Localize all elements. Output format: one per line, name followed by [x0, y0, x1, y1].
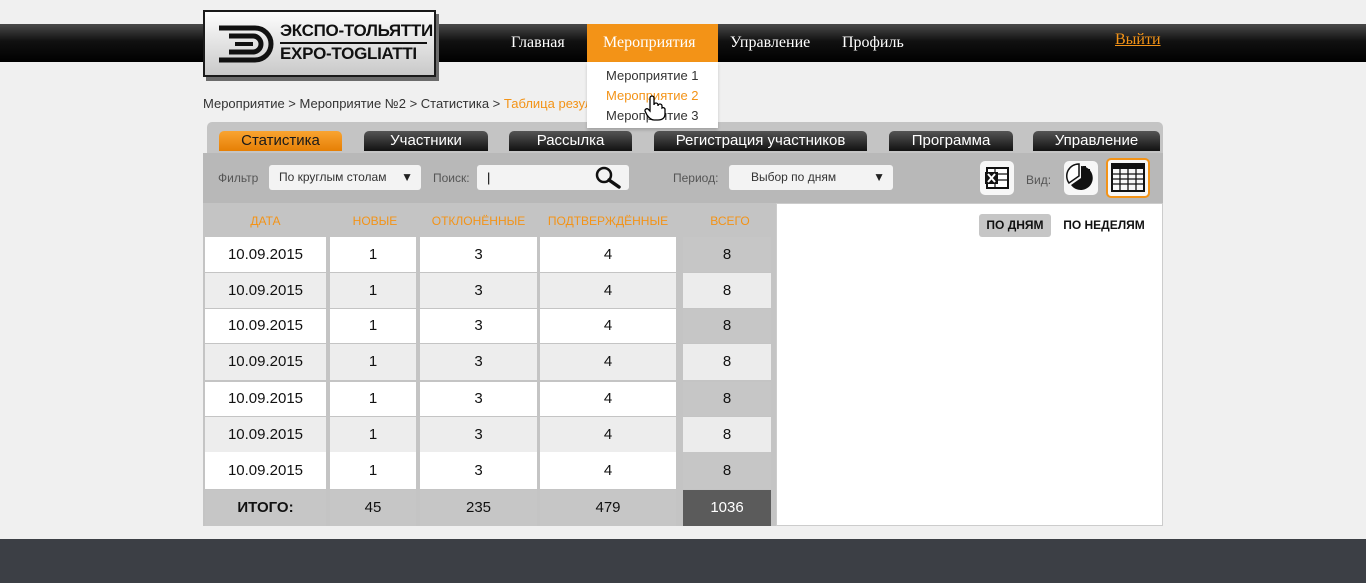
- table-row-cell-new: 1: [330, 452, 416, 489]
- table-view-icon: [1111, 163, 1145, 192]
- chart-area: [776, 203, 1163, 526]
- table-row-cell-rejected: 3: [420, 452, 537, 489]
- table-row-cell-new: 1: [330, 309, 416, 343]
- table-row-cell-date: 10.09.2015: [205, 309, 326, 343]
- table-row-cell-new: 1: [330, 237, 416, 272]
- table-row-cell-new: 1: [330, 382, 416, 416]
- table-row-cell-new: 1: [330, 273, 416, 308]
- view-label: Вид:: [1026, 173, 1052, 187]
- page-footer: [0, 539, 1366, 583]
- table-row-cell-total: 8: [683, 382, 771, 416]
- table-row-cell-confirmed: 4: [540, 417, 676, 452]
- tab-participants[interactable]: Участники: [364, 131, 488, 151]
- column-header-total[interactable]: ВСЕГО: [683, 214, 777, 228]
- group-by-days-button[interactable]: ПО ДНЯМ: [979, 214, 1051, 237]
- table-row-cell-rejected: 3: [420, 309, 537, 343]
- table-row-cell-total: 8: [683, 237, 771, 272]
- breadcrumb: Мероприятие > Мероприятие №2 > Статистик…: [203, 96, 592, 111]
- column-header-confirmed[interactable]: ПОДТВЕРЖДЁННЫЕ: [540, 214, 676, 228]
- table-row-cell-confirmed: 4: [540, 237, 676, 272]
- tab-mailing[interactable]: Рассылка: [509, 131, 632, 151]
- chart-view-button[interactable]: [1064, 161, 1098, 195]
- table-row-cell-total: 8: [683, 273, 771, 308]
- table-row-cell-total: 8: [683, 417, 771, 452]
- table-row-cell-date: 10.09.2015: [205, 382, 326, 416]
- nav-home[interactable]: Главная: [511, 24, 565, 62]
- tab-management[interactable]: Управление: [1033, 131, 1160, 151]
- table-row-cell-confirmed: 4: [540, 382, 676, 416]
- nav-events[interactable]: Мероприятия: [587, 24, 718, 62]
- logo[interactable]: ЭКСПО-ТОЛЬЯТТИ EXPO-TOGLIATTI: [203, 10, 436, 77]
- filter-select-value: По круглым столам: [279, 170, 387, 184]
- period-label: Период:: [673, 171, 719, 185]
- search-icon[interactable]: [594, 166, 622, 190]
- totals-cell: 1036: [683, 490, 771, 526]
- table-row-cell-confirmed: 4: [540, 273, 676, 308]
- table-row-cell-rejected: 3: [420, 273, 537, 308]
- chart-view-icon: [1066, 163, 1093, 190]
- totals-cell: 235: [420, 490, 537, 526]
- table-row-cell-rejected: 3: [420, 344, 537, 380]
- table-row-cell-rejected: 3: [420, 417, 537, 452]
- column-header-date[interactable]: ДАТА: [205, 214, 326, 228]
- nav-management[interactable]: Управление: [730, 24, 810, 62]
- totals-cell: 45: [330, 490, 416, 526]
- table-row-cell-total: 8: [683, 344, 771, 380]
- table-row-cell-rejected: 3: [420, 382, 537, 416]
- column-header-new[interactable]: НОВЫЕ: [330, 214, 420, 228]
- table-row-cell-date: 10.09.2015: [205, 452, 326, 489]
- dropdown-item-event-1[interactable]: Мероприятие 1: [606, 68, 699, 83]
- logo-text-english: EXPO-TOGLIATTI: [280, 44, 417, 63]
- table-row-cell-total: 8: [683, 452, 771, 489]
- dropdown-arrow-icon: ▼: [873, 170, 885, 184]
- totals-cell: 479: [540, 490, 676, 526]
- filter-select[interactable]: По круглым столам ▼: [269, 165, 421, 190]
- dropdown-arrow-icon: ▼: [401, 170, 413, 184]
- search-label: Поиск:: [433, 171, 470, 185]
- group-by-weeks-button[interactable]: ПО НЕДЕЛЯМ: [1058, 214, 1150, 237]
- breadcrumb-current: Таблица резул: [503, 96, 593, 111]
- logout-link[interactable]: Выйти: [1115, 31, 1161, 49]
- table-row-cell-new: 1: [330, 417, 416, 452]
- filter-label: Фильтр: [218, 171, 259, 185]
- tab-registration[interactable]: Регистрация участников: [654, 131, 867, 151]
- column-header-rejected[interactable]: ОТКЛОНЁННЫЕ: [420, 214, 537, 228]
- period-select-value: Выбор по дням: [751, 170, 837, 184]
- table-row-cell-rejected: 3: [420, 237, 537, 272]
- nav-profile[interactable]: Профиль: [842, 24, 904, 62]
- table-view-button[interactable]: [1106, 158, 1150, 198]
- excel-export-icon: [985, 167, 1009, 189]
- excel-export-button[interactable]: [980, 161, 1014, 195]
- logo-emblem-icon: [219, 25, 274, 63]
- logo-text-russian: ЭКСПО-ТОЛЬЯТТИ: [280, 21, 433, 40]
- table-row-cell-date: 10.09.2015: [205, 273, 326, 308]
- tab-statistics[interactable]: Статистика: [219, 131, 342, 151]
- table-row-cell-confirmed: 4: [540, 452, 676, 489]
- totals-label: ИТОГО:: [205, 490, 326, 526]
- table-row-cell-confirmed: 4: [540, 309, 676, 343]
- table-row-cell-confirmed: 4: [540, 344, 676, 380]
- hand-cursor-icon: [644, 95, 666, 121]
- table-row-cell-new: 1: [330, 344, 416, 380]
- table-row-cell-date: 10.09.2015: [205, 344, 326, 380]
- period-select[interactable]: Выбор по дням ▼: [729, 165, 893, 190]
- tab-program[interactable]: Программа: [889, 131, 1013, 151]
- table-row-cell-total: 8: [683, 309, 771, 343]
- table-row-cell-date: 10.09.2015: [205, 237, 326, 272]
- table-row-cell-date: 10.09.2015: [205, 417, 326, 452]
- breadcrumb-path[interactable]: Мероприятие > Мероприятие №2 > Статистик…: [203, 96, 504, 111]
